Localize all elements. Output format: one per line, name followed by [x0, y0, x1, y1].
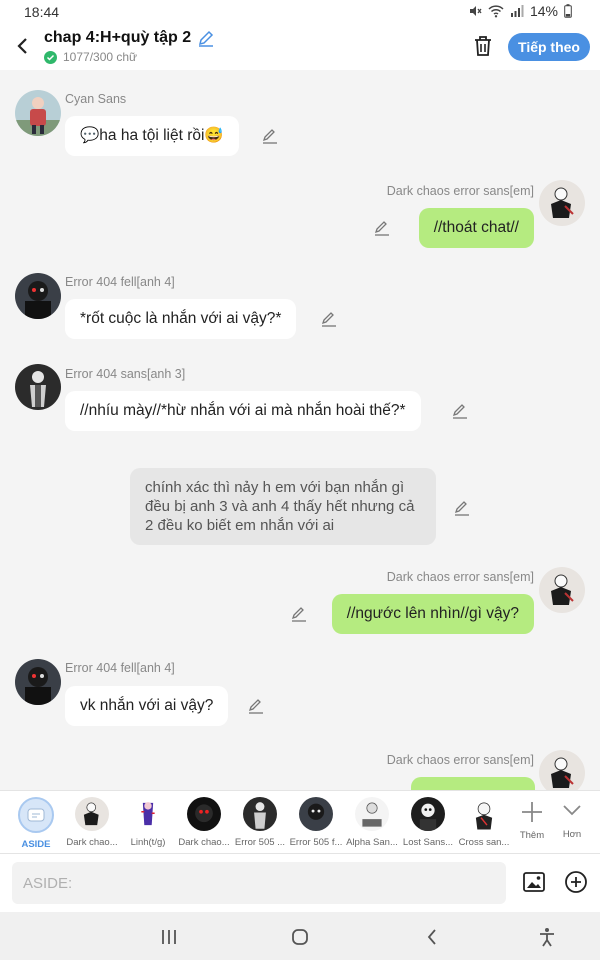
accessibility-button[interactable] [533, 924, 561, 950]
clock: 18:44 [24, 4, 60, 20]
chevron-down-icon [563, 805, 581, 816]
sender-name: Error 404 sans[anh 3] [65, 367, 186, 381]
message-bubble[interactable] [411, 777, 535, 790]
sender-name: Dark chaos error sans[em] [386, 570, 534, 584]
avatar[interactable] [15, 90, 61, 136]
message-bubble[interactable]: vk nhắn với ai vậy? [65, 686, 229, 726]
character-avatar [187, 797, 221, 831]
signal-icon [510, 5, 524, 17]
chapter-title: chap 4:H+quỳ tập 2 [44, 29, 192, 46]
title-area: chap 4:H+quỳ tập 2 1077/300 chữ [44, 29, 215, 64]
recents-button[interactable] [155, 924, 183, 950]
message-bubble[interactable]: 💬ha ha tội liệt rồi😅 [65, 116, 239, 156]
insert-image-button[interactable] [522, 870, 546, 894]
message-bubble[interactable]: //nhíu mày//*hừ nhắn với ai mà nhắn hoài… [65, 391, 421, 431]
app-header: chap 4:H+quỳ tập 2 1077/300 chữ Tiếp the… [0, 24, 600, 70]
more-characters-button[interactable]: Hơn [546, 791, 598, 855]
edit-message-icon[interactable] [374, 220, 390, 236]
edit-message-icon[interactable] [321, 311, 337, 327]
avatar[interactable] [15, 659, 61, 705]
character-avatar [243, 797, 277, 831]
character-name: Lost Sans... [402, 837, 454, 848]
character-bar: ASIDE Dark chao... Linh(t/g) Dark chao..… [0, 790, 600, 854]
plus-icon [522, 802, 542, 822]
avatar[interactable] [15, 273, 61, 319]
chat-bubble-icon [27, 808, 45, 822]
avatar[interactable] [539, 750, 585, 790]
chat-area[interactable]: Cyan Sans 💬ha ha tội liệt rồi😅 Dark chao… [0, 70, 600, 790]
add-more-button[interactable] [564, 870, 588, 894]
avatar[interactable] [539, 180, 585, 226]
character-item[interactable]: Alpha San... [344, 791, 400, 855]
character-item[interactable]: Linh(t/g) [120, 791, 176, 855]
delete-button[interactable] [472, 34, 494, 58]
aside-bubble[interactable]: chính xác thì nảy h em với bạn nhắn gì đ… [130, 468, 436, 545]
word-count: 1077/300 chữ [63, 50, 138, 64]
status-icons: 14% [468, 3, 572, 19]
sender-name: Error 404 fell[anh 4] [65, 661, 175, 675]
character-item[interactable]: Dark chao... [176, 791, 232, 855]
message-bubble[interactable]: //ngước lên nhìn//gì vậy? [331, 594, 534, 634]
character-avatar [131, 797, 165, 831]
composer [0, 854, 600, 912]
sender-name: Cyan Sans [65, 92, 127, 106]
avatar[interactable] [539, 567, 585, 613]
check-icon [44, 50, 57, 64]
message-bubble[interactable]: //thoát chat// [418, 208, 534, 248]
message-bubble[interactable]: *rốt cuộc là nhắn với ai vậy?* [65, 299, 297, 339]
home-icon [292, 929, 308, 945]
character-avatar [467, 797, 501, 831]
system-back-button[interactable] [418, 924, 446, 950]
edit-message-icon[interactable] [291, 606, 307, 622]
next-button[interactable]: Tiếp theo [508, 33, 590, 61]
character-name: Cross san... [458, 837, 510, 848]
sender-name: Dark chaos error sans[em] [386, 753, 534, 767]
edit-message-icon[interactable] [262, 128, 278, 144]
character-name: Error 505 f... [289, 837, 343, 848]
character-name: Dark chao... [66, 837, 118, 848]
character-item[interactable]: Dark chao... [64, 791, 120, 855]
character-avatar [355, 797, 389, 831]
character-item[interactable]: Lost Sans... [400, 791, 456, 855]
pencil-icon[interactable] [197, 29, 215, 47]
edit-message-icon[interactable] [452, 403, 468, 419]
sender-name: Dark chaos error sans[em] [386, 184, 534, 198]
more-label: Hơn [562, 829, 582, 840]
character-avatar [411, 797, 445, 831]
accessibility-icon [540, 928, 554, 947]
recents-icon [162, 930, 176, 944]
character-avatar [299, 797, 333, 831]
back-button[interactable] [10, 32, 34, 60]
aside-avatar [18, 797, 54, 833]
character-name: Dark chao... [178, 837, 230, 848]
sender-name: Error 404 fell[anh 4] [65, 275, 175, 289]
character-item[interactable]: Error 505 f... [288, 791, 344, 855]
character-name: Error 505 ... [234, 837, 286, 848]
character-name: ASIDE [21, 839, 51, 850]
character-name: Linh(t/g) [130, 837, 166, 848]
character-item[interactable]: Error 505 ... [232, 791, 288, 855]
character-item[interactable]: Cross san... [456, 791, 512, 855]
chevron-left-icon [17, 38, 27, 54]
character-name: Alpha San... [346, 837, 398, 848]
edit-message-icon[interactable] [454, 500, 470, 516]
battery-icon [564, 4, 572, 18]
message-input[interactable] [12, 862, 506, 904]
image-icon [523, 872, 545, 892]
character-avatar [75, 797, 109, 831]
status-bar: 18:44 14% [0, 0, 600, 24]
home-button[interactable] [286, 924, 314, 950]
system-nav-bar [0, 912, 600, 960]
avatar[interactable] [15, 364, 61, 410]
wifi-icon [488, 5, 504, 18]
plus-circle-icon [565, 871, 587, 893]
mute-icon [469, 6, 482, 16]
battery-percent: 14% [529, 3, 558, 19]
trash-icon [475, 36, 491, 56]
back-icon [427, 929, 436, 945]
character-aside[interactable]: ASIDE [8, 791, 64, 855]
edit-message-icon[interactable] [248, 698, 264, 714]
